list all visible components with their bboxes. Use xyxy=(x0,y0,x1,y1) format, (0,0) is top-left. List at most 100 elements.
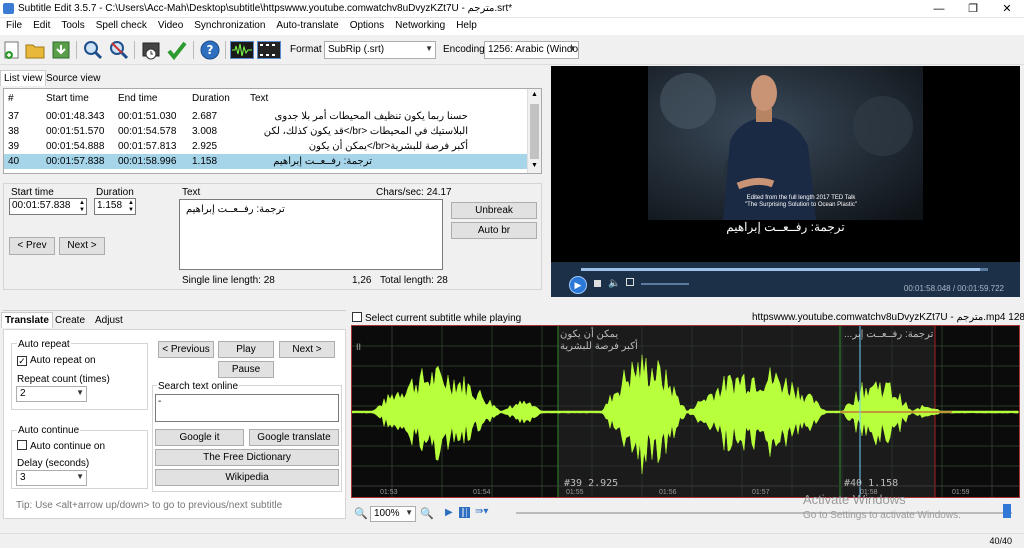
delay-select[interactable]: 3 ▼ xyxy=(16,470,87,486)
unbreak-button[interactable]: Unbreak xyxy=(451,202,537,219)
waveform-subtitle-40-label: #40 1.158 xyxy=(844,478,899,489)
previous-button[interactable]: < Previous xyxy=(158,341,214,358)
zoom-select[interactable]: 100% ▼ xyxy=(370,506,416,522)
close-button[interactable]: ✕ xyxy=(990,0,1024,18)
menu-file[interactable]: File xyxy=(0,18,27,31)
next-button[interactable]: Next > xyxy=(59,237,105,255)
replace-icon[interactable] xyxy=(108,39,130,61)
wikipedia-button[interactable]: Wikipedia xyxy=(155,469,339,486)
single-line-length: Single line length: 28 xyxy=(182,275,275,286)
table-row[interactable]: 38 00:01:51.570 00:01:54.578 3.008 البلا… xyxy=(4,124,527,139)
search-text-input[interactable]: - xyxy=(155,394,339,422)
waveform-subtitle-40-text: ترجمة: رفــعــت إبر... xyxy=(844,329,934,340)
video-toggle-icon[interactable] xyxy=(257,39,281,61)
seg1-line-2: أكبر فرصة للبشرية xyxy=(560,341,638,352)
duration-value: 1.158 xyxy=(97,200,123,211)
video-player[interactable]: Edited from the full length 2017 TED Tal… xyxy=(551,66,1020,297)
checkbox-checked-icon[interactable]: ✓ xyxy=(17,356,27,366)
repeat-count-select[interactable]: 2 ▼ xyxy=(16,386,87,402)
column-header-end[interactable]: End time xyxy=(118,89,157,108)
tab-strip-line xyxy=(3,310,346,311)
new-file-icon[interactable] xyxy=(1,39,23,61)
menu-bar: File Edit Tools Spell check Video Synchroniza… xyxy=(0,18,1024,35)
spinner-icon[interactable]: ▲ ▼ xyxy=(128,200,134,214)
menu-synchronization[interactable]: Synchronization xyxy=(188,18,270,31)
scroll-thumb[interactable] xyxy=(530,104,539,159)
menu-auto-translate[interactable]: Auto-translate xyxy=(270,18,343,31)
checkbox-unchecked-icon[interactable] xyxy=(352,312,362,322)
table-row[interactable]: 37 00:01:48.343 00:01:51.030 2.687 حسنا … xyxy=(4,109,527,124)
volume-slider[interactable] xyxy=(641,283,689,285)
menu-video[interactable]: Video xyxy=(152,18,188,31)
subtitle-text-editor[interactable]: ترجمة: رفــعــت إبراهيم xyxy=(179,199,443,270)
audio-waveform[interactable]: II يمكن أن يكون أكبر فرصة للبشرية ترجمة:… xyxy=(351,325,1020,498)
next-subtitle-button[interactable]: Next > xyxy=(279,341,335,358)
table-row[interactable]: 39 00:01:54.888 00:01:57.813 2.925 أكبر … xyxy=(4,139,527,154)
grid-scrollbar[interactable]: ▲ ▼ xyxy=(527,89,541,173)
save-icon[interactable] xyxy=(50,39,72,61)
volume-icon[interactable]: 🔈 xyxy=(608,278,620,289)
menu-help[interactable]: Help xyxy=(450,18,482,31)
spell-check-icon[interactable] xyxy=(166,39,188,61)
pause-button[interactable]: Pause xyxy=(218,361,274,378)
row-end: 00:01:58.996 xyxy=(118,156,177,167)
checkbox-unchecked-icon[interactable] xyxy=(17,440,27,450)
row-duration: 3.008 xyxy=(192,126,218,137)
scroll-down-icon[interactable]: ▼ xyxy=(531,162,538,169)
menu-options[interactable]: Options xyxy=(344,18,389,31)
column-header-start[interactable]: Start time xyxy=(46,89,89,108)
waveform-toggle-icon[interactable] xyxy=(230,39,254,61)
open-folder-icon[interactable] xyxy=(24,39,46,61)
visual-sync-icon[interactable] xyxy=(140,39,162,61)
tab-list-view[interactable]: List view xyxy=(0,70,47,86)
search-text-value: - xyxy=(158,396,162,407)
minimize-button[interactable]: — xyxy=(922,0,956,18)
maximize-button[interactable]: ❐ xyxy=(956,0,990,18)
table-row-selected[interactable]: 40 00:01:57.838 00:01:58.996 1.158 ترجمة… xyxy=(4,154,527,169)
tab-create[interactable]: Create xyxy=(52,313,88,328)
column-header-duration[interactable]: Duration xyxy=(192,89,230,108)
scroll-up-icon[interactable]: ▲ xyxy=(531,91,538,98)
prev-button[interactable]: < Prev xyxy=(9,237,55,255)
menu-tools[interactable]: Tools xyxy=(55,18,89,31)
tab-translate[interactable]: Translate xyxy=(1,312,53,328)
play-icon[interactable]: ▶ xyxy=(569,276,587,294)
auto-br-button[interactable]: Auto br xyxy=(451,222,537,239)
find-icon[interactable] xyxy=(82,39,104,61)
encoding-select[interactable]: 1256: Arabic (Windo ▼ xyxy=(484,41,579,59)
auto-continue-on-checkbox[interactable]: Auto continue on xyxy=(17,440,105,452)
auto-scroll-icon[interactable]: ⇛▾ xyxy=(475,506,488,517)
row-duration: 1.158 xyxy=(192,156,218,167)
encoding-value: 1256: Arabic (Windo xyxy=(488,44,579,55)
select-while-playing-checkbox[interactable]: Select current subtitle while playing xyxy=(352,312,521,324)
tab-adjust[interactable]: Adjust xyxy=(92,313,126,328)
menu-edit[interactable]: Edit xyxy=(27,18,55,31)
format-select[interactable]: SubRip (.srt) ▼ xyxy=(324,41,436,59)
zoom-in-icon[interactable]: 🔍 xyxy=(420,507,434,520)
chars-per-sec: Chars/sec: 24.17 xyxy=(376,187,452,198)
spinner-icon[interactable]: ▲ ▼ xyxy=(79,200,85,214)
stop-icon[interactable] xyxy=(594,280,601,287)
fullscreen-icon[interactable] xyxy=(626,278,634,286)
toggle-spectrogram-icon[interactable] xyxy=(459,507,470,518)
start-time-input[interactable]: 00:01:57.838 ▲ ▼ xyxy=(9,198,87,215)
menu-spell-check[interactable]: Spell check xyxy=(90,18,152,31)
play-selection-icon[interactable]: ▶ xyxy=(445,507,453,518)
slider-thumb[interactable] xyxy=(1003,504,1011,518)
auto-repeat-on-checkbox[interactable]: ✓ Auto repeat on xyxy=(17,355,96,366)
help-icon[interactable]: ? xyxy=(199,39,221,61)
zoom-out-icon[interactable]: 🔍 xyxy=(354,507,368,520)
google-it-button[interactable]: Google it xyxy=(155,429,244,446)
menu-networking[interactable]: Networking xyxy=(389,18,450,31)
free-dictionary-button[interactable]: The Free Dictionary xyxy=(155,449,339,466)
column-header-text[interactable]: Text xyxy=(250,89,268,108)
duration-input[interactable]: 1.158 ▲ ▼ xyxy=(94,198,136,215)
seek-bar[interactable] xyxy=(581,268,988,271)
google-translate-button[interactable]: Google translate xyxy=(249,429,339,446)
column-header-number[interactable]: # xyxy=(8,89,14,108)
row-start: 00:01:48.343 xyxy=(46,111,105,122)
tab-source-view[interactable]: Source view xyxy=(43,71,103,86)
play-button[interactable]: Play xyxy=(218,341,274,358)
video-time: 00:01:58.048 / 00:01:59.722 xyxy=(903,284,1004,293)
row-duration: 2.925 xyxy=(192,141,218,152)
